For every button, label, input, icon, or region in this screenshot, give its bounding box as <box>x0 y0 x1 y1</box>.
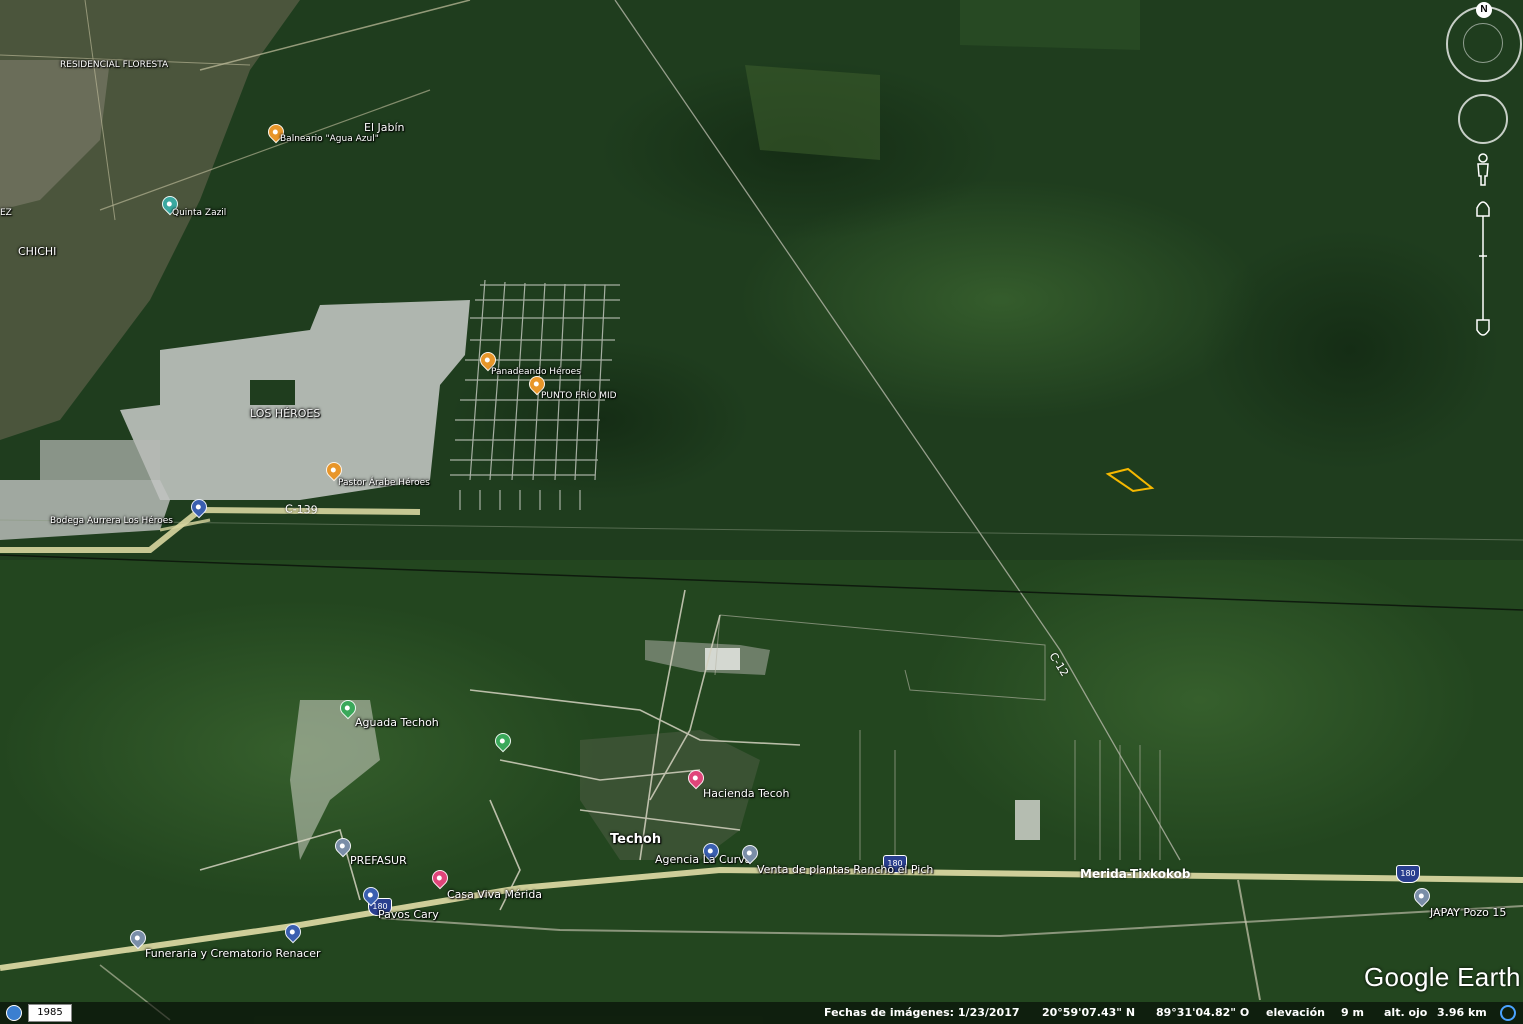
streaming-status-icon <box>1500 1005 1516 1021</box>
label-quinta-zazil[interactable]: Quinta Zazil <box>172 208 226 218</box>
label-hacienda-techoh[interactable]: Hacienda Tecoh <box>703 787 789 800</box>
highway-180-shield: 180 <box>1396 865 1420 883</box>
label-funeraria[interactable]: Funeraria y Crematorio Renacer <box>145 947 321 960</box>
elevation-value: 9 m <box>1341 1006 1364 1019</box>
longitude-readout: 89°31'04.82" O <box>1156 1006 1250 1019</box>
imagery-date: Fechas de imágenes: 1/23/2017 <box>824 1006 1020 1019</box>
label-residencial-floresta[interactable]: RESIDENCIAL FLORESTA <box>60 60 168 70</box>
historical-imagery-icon[interactable] <box>6 1005 22 1021</box>
eye-altitude-label: alt. ojo <box>1384 1006 1428 1019</box>
eye-altitude-value: 3.96 km <box>1437 1006 1487 1019</box>
label-bodega-aurrera[interactable]: Bodega Aurrera Los Héroes <box>50 516 173 526</box>
label-aguada-techoh[interactable]: Aguada Techoh <box>355 716 439 729</box>
label-chichi[interactable]: CHICHI <box>18 245 56 258</box>
pegman-icon[interactable] <box>1474 152 1492 188</box>
label-balneario[interactable]: Balneario "Agua Azul" <box>280 134 379 144</box>
label-casa-viva[interactable]: Casa Viva Mérida <box>447 888 542 901</box>
historical-year-box[interactable]: 1985 <box>28 1004 72 1022</box>
label-agencia-la-curva[interactable]: Agencia La Curva <box>655 853 751 866</box>
label-japay[interactable]: JAPAY Pozo 15 <box>1430 906 1506 919</box>
tilt-look-control[interactable] <box>1458 94 1508 144</box>
compass-north-button[interactable]: N <box>1476 2 1492 18</box>
label-los-heroes[interactable]: LOS HÉROES <box>250 407 320 420</box>
label-prefasur[interactable]: PREFASUR <box>350 854 407 867</box>
zoom-slider[interactable] <box>1474 196 1492 340</box>
status-bar: Fechas de imágenes: 1/23/2017 20°59'07.4… <box>0 1002 1523 1024</box>
google-earth-logo: Google Earth <box>1364 962 1521 992</box>
label-punto-frio[interactable]: PUNTO FRÍO MID <box>541 391 617 401</box>
label-venta-de-plantas[interactable]: Venta de plantas Rancho el Pich <box>757 863 933 876</box>
road-label-merida-tixkokob: Merida-Tixkokob <box>1080 867 1191 881</box>
latitude-readout: 20°59'07.43" N <box>1042 1006 1136 1019</box>
label-el-jabin[interactable]: El Jabín <box>364 121 405 134</box>
elevation-label: elevación <box>1266 1006 1325 1019</box>
label-pavos-cary[interactable]: Pavos Cary <box>378 908 439 921</box>
compass-inner-ring[interactable] <box>1463 23 1503 63</box>
label-ez: EZ <box>0 208 12 218</box>
road-label-c139: C-139 <box>284 502 318 517</box>
label-pastor-arabe[interactable]: Pastor Árabe Héroes <box>338 478 430 488</box>
label-techoh-town[interactable]: Techoh <box>610 832 661 847</box>
